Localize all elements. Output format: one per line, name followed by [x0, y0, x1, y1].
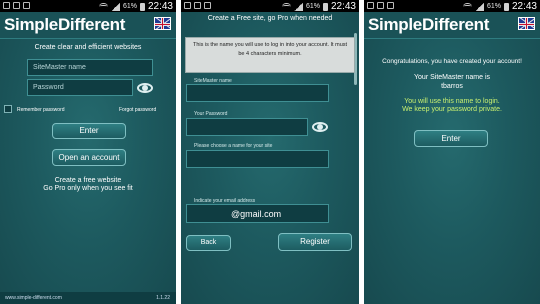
sitemaster-username: tbarros [441, 83, 463, 90]
promo-line-2: Go Pro only when you see fit [43, 185, 133, 192]
status-bar: 61% 22:43 [0, 0, 176, 12]
signal-icon [293, 2, 303, 11]
battery-icon [503, 2, 509, 11]
wifi-icon [462, 3, 472, 10]
image-icon [194, 2, 201, 9]
clock: 22:43 [330, 1, 356, 12]
battery-percent: 61% [486, 3, 501, 10]
battery-percent: 61% [305, 3, 320, 10]
uk-flag-icon[interactable] [154, 17, 171, 30]
remember-password-label: Remember password [17, 107, 65, 113]
login-heading: Create clear and efficient websites [34, 44, 142, 51]
sitemaster-name-intro: Your SiteMaster name is [414, 74, 490, 81]
congrats-message: Congratulations, you have created your a… [382, 58, 522, 65]
sitemaster-name-input[interactable] [186, 84, 329, 102]
notification-icon [3, 2, 10, 9]
download-icon [204, 2, 211, 9]
email-input[interactable]: @gmail.com [186, 204, 329, 223]
app-logo-text: SimpleDifferent [368, 15, 490, 34]
signal-icon [110, 2, 120, 11]
battery-icon [139, 2, 145, 11]
signal-icon [474, 2, 484, 11]
uk-flag-icon[interactable] [518, 17, 535, 30]
info-notice: This is the name you will use to log in … [185, 37, 355, 73]
back-button[interactable]: Back [186, 235, 231, 251]
sitemaster-name-input[interactable]: SiteMaster name [27, 59, 153, 76]
download-icon [23, 2, 30, 9]
status-bar: 61% 22:43 [364, 0, 540, 12]
battery-percent: 61% [122, 3, 137, 10]
website-url[interactable]: www.simple-different.com [5, 295, 62, 301]
forgot-password-link[interactable]: Forgot password [119, 107, 156, 113]
clock: 22:43 [511, 1, 537, 12]
show-password-eye-icon[interactable] [312, 122, 328, 132]
app-bar: SimpleDifferent [0, 12, 176, 39]
password-privacy-hint: We keep your password private. [402, 106, 502, 113]
open-account-button[interactable]: Open an account [52, 149, 126, 166]
notification-icons [367, 2, 394, 9]
download-icon [387, 2, 394, 9]
wifi-icon [281, 3, 291, 10]
notification-icons [3, 2, 30, 9]
site-name-input[interactable] [186, 150, 329, 168]
success-screen: 61% 22:43 SimpleDifferent Congratulation… [364, 0, 540, 304]
footer-bar: www.simple-different.com 1.1.22 [0, 292, 176, 304]
login-screen: 61% 22:43 SimpleDifferent Create clear a… [0, 0, 176, 304]
password-input[interactable]: Password [27, 79, 133, 96]
show-password-eye-icon[interactable] [137, 83, 153, 93]
app-bar: SimpleDifferent [364, 12, 540, 39]
register-button[interactable]: Register [278, 233, 352, 251]
promo-line-1: Create a free website [54, 177, 122, 184]
image-icon [377, 2, 384, 9]
site-name-label: Please choose a name for your site [194, 143, 273, 149]
status-bar: 61% 22:43 [181, 0, 359, 12]
battery-icon [322, 2, 328, 11]
image-icon [13, 2, 20, 9]
app-logo-text: SimpleDifferent [4, 15, 126, 34]
version-label: 1.1.22 [156, 295, 170, 301]
password-input[interactable] [186, 118, 308, 136]
password-label: Your Password [194, 111, 228, 117]
signup-screen: 61% 22:43 Create a Free site, go Pro whe… [181, 0, 359, 304]
login-hint: You will use this name to login. [404, 98, 500, 105]
enter-button[interactable]: Enter [52, 123, 126, 139]
notification-icons [184, 2, 211, 9]
signup-title: Create a Free site, go Pro when needed [207, 15, 333, 22]
clock: 22:43 [147, 1, 173, 12]
notification-icon [367, 2, 374, 9]
wifi-icon [98, 3, 108, 10]
enter-button[interactable]: Enter [414, 130, 488, 147]
notification-icon [184, 2, 191, 9]
remember-password-checkbox[interactable] [4, 105, 12, 113]
